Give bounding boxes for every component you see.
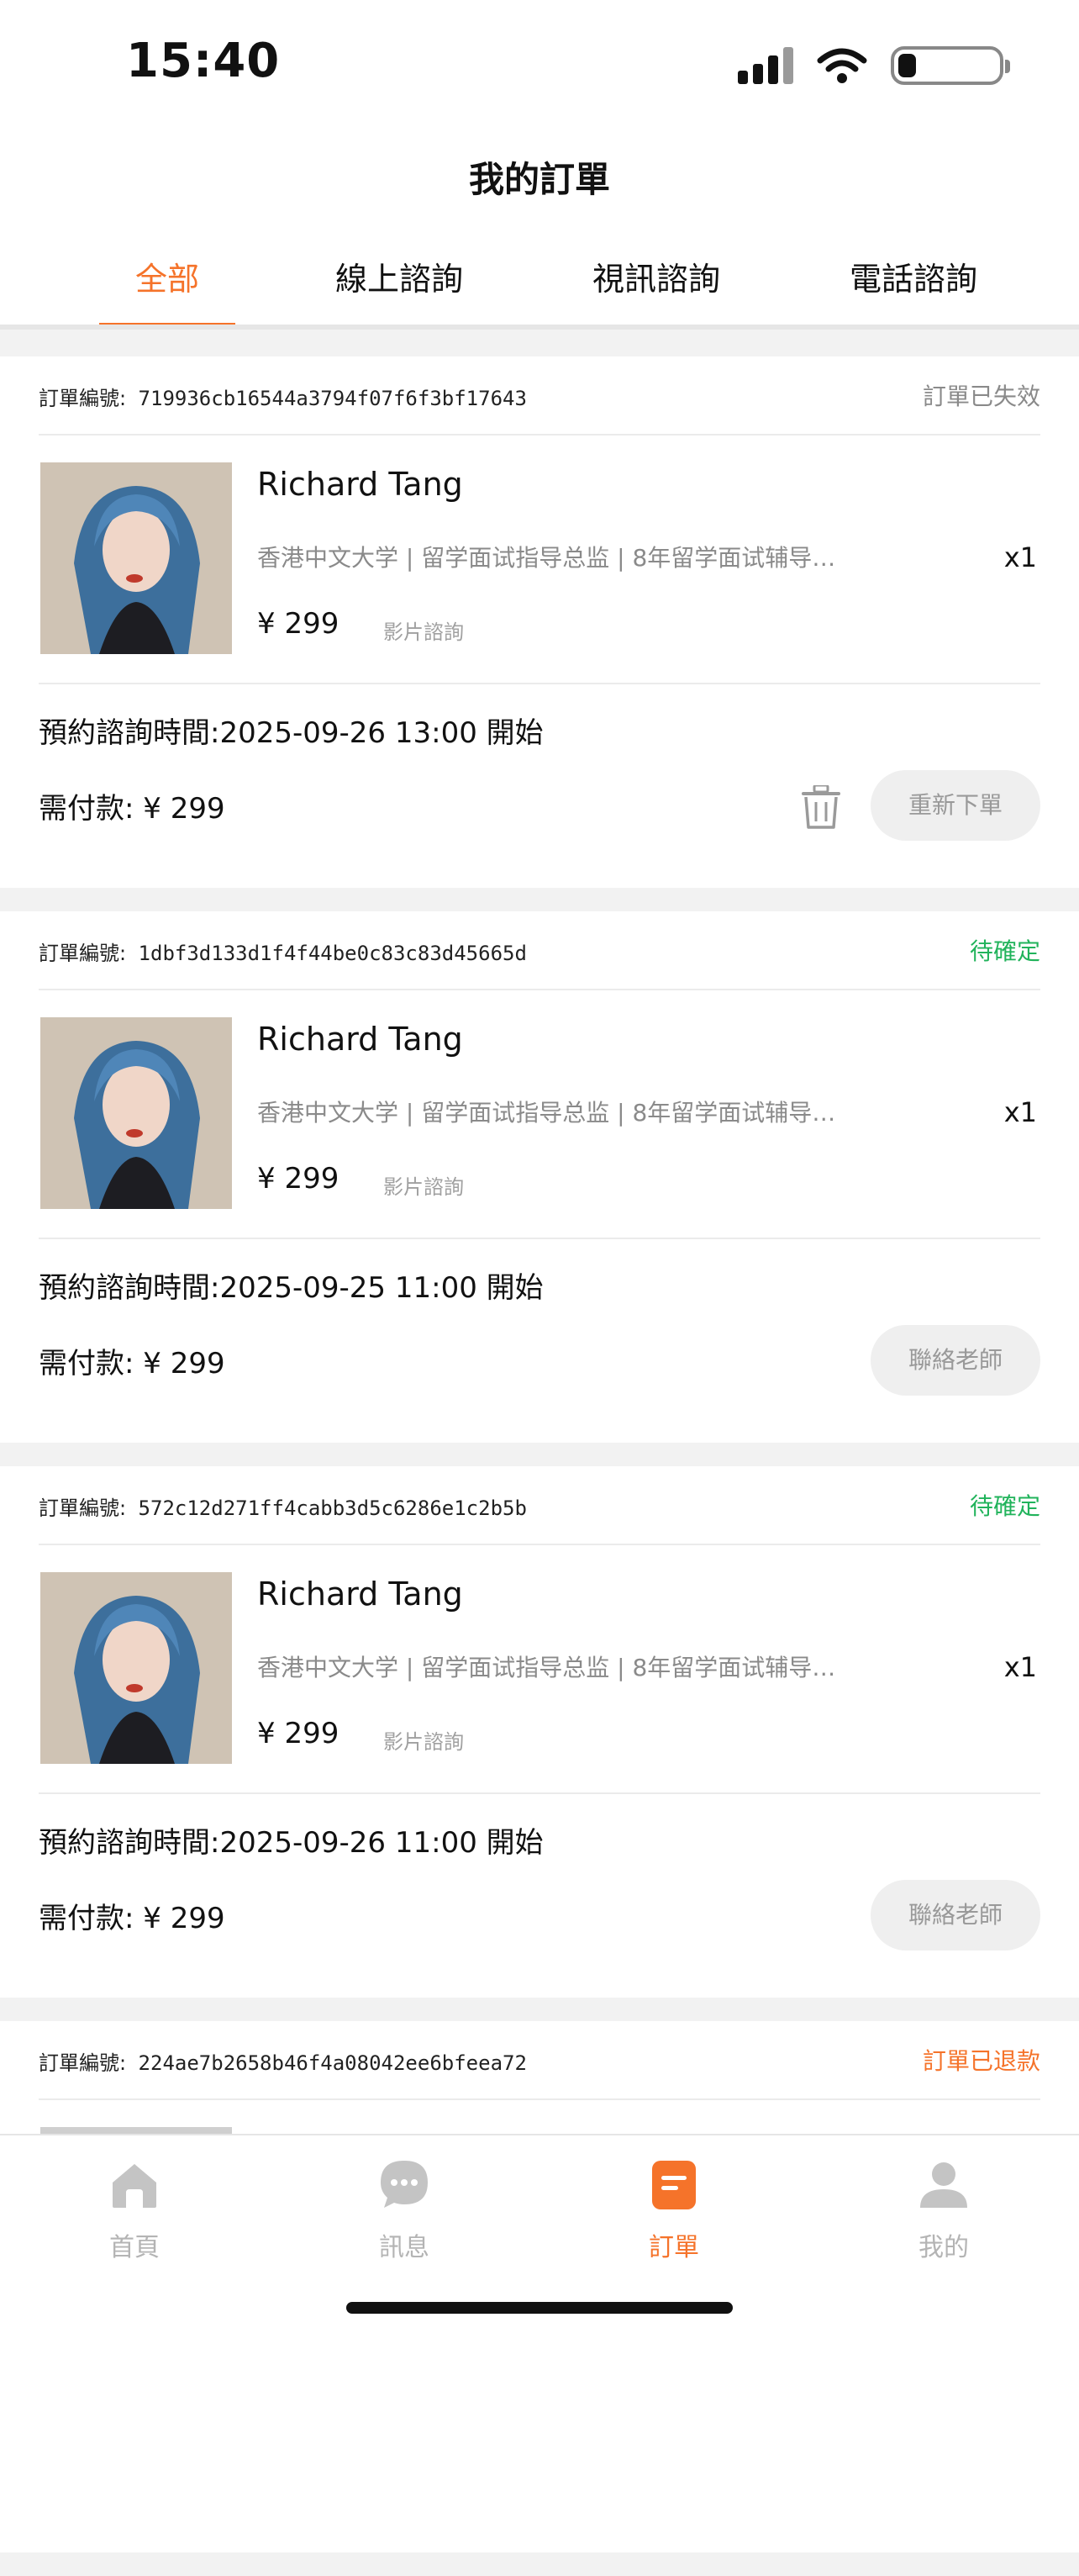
divider — [39, 683, 1040, 684]
status-bar: 15:40 — [0, 0, 1079, 126]
teacher-name: Richard Tang — [257, 1021, 463, 1058]
nav-profile[interactable]: 我的 — [860, 2157, 1028, 2263]
order-header: 訂單編號: 719936cb16544a3794f07f6f3bf17643 訂… — [39, 356, 1040, 435]
order-status: 訂單已退款 — [922, 2047, 1040, 2075]
page-title: 我的訂單 — [468, 159, 610, 200]
order-header: 訂單編號: 572c12d271ff4cabb3d5c6286e1c2b5b 待… — [39, 1466, 1040, 1545]
tab-all[interactable]: 全部 — [99, 244, 235, 326]
payment-amount: 需付款: ¥ 299 — [39, 1902, 225, 1935]
teacher-avatar — [40, 462, 232, 654]
tab-label: 視訊諮詢 — [592, 261, 720, 298]
teacher-name: Richard Tang — [257, 466, 463, 503]
consult-type: 影片諮詢 — [383, 1730, 464, 1754]
order-header: 訂單編號: 224ae7b2658b46f4a08042ee6bfeea72 訂… — [39, 2021, 1040, 2100]
signal-icon — [738, 47, 793, 84]
status-time: 15:40 — [126, 34, 281, 88]
order-number: 訂單編號: 572c12d271ff4cabb3d5c6286e1c2b5b — [39, 1497, 527, 1520]
profile-icon — [920, 2162, 967, 2208]
teacher-avatar — [40, 1572, 232, 1764]
nav-label: 我的 — [918, 2233, 969, 2262]
order-status: 訂單已失效 — [922, 383, 1040, 410]
teacher-description: 香港中文大学 | 留学面试指导总监 | 8年留学面试辅导经验 — [257, 1099, 845, 1127]
order-quantity: x1 — [1003, 541, 1037, 573]
tabs-divider — [0, 325, 1079, 330]
nav-home[interactable]: 首頁 — [50, 2157, 218, 2263]
nav-label: 訊息 — [379, 2233, 429, 2262]
tab-video-consult[interactable]: 視訊諮詢 — [568, 244, 745, 326]
appointment-time: 預約諮詢時間:2025-09-25 11:00 開始 — [39, 1271, 544, 1305]
tab-online-consult[interactable]: 線上諮詢 — [311, 244, 487, 326]
home-indicator — [346, 2302, 733, 2314]
order-card[interactable]: 訂單編號: 719936cb16544a3794f07f6f3bf17643 訂… — [0, 356, 1079, 888]
unit-price: ¥ 299 — [257, 1162, 339, 1196]
top-area: 15:40 我的訂單 全部 線上諮詢 視訊諮詢 電話諮詢 — [0, 0, 1079, 326]
unit-price: ¥ 299 — [257, 1717, 339, 1750]
order-status: 待確定 — [969, 937, 1040, 965]
teacher-description: 香港中文大学 | 留学面试指导总监 | 8年留学面试辅导经验 — [257, 1654, 845, 1681]
battery-icon — [891, 46, 1010, 85]
home-icon — [113, 2164, 156, 2208]
trash-icon[interactable] — [802, 785, 840, 829]
nav-orders[interactable]: 訂單 — [590, 2157, 758, 2263]
payment-amount: 需付款: ¥ 299 — [39, 792, 225, 826]
battery-level — [898, 54, 916, 77]
tab-label: 電話諮詢 — [849, 261, 977, 298]
order-header: 訂單編號: 1dbf3d133d1f4f44be0c83c83d45665d 待… — [39, 911, 1040, 990]
contact-teacher-button[interactable]: 聯絡老師 — [871, 1325, 1040, 1396]
divider — [39, 1238, 1040, 1239]
teacher-avatar — [40, 1017, 232, 1209]
nav-messages[interactable]: 訊息 — [320, 2157, 488, 2263]
order-quantity: x1 — [1003, 1096, 1037, 1128]
tab-label: 線上諮詢 — [334, 261, 463, 298]
wifi-icon — [817, 48, 867, 83]
consult-type: 影片諮詢 — [383, 620, 464, 644]
consult-type: 影片諮詢 — [383, 1175, 464, 1199]
tab-phone-consult[interactable]: 電話諮詢 — [825, 244, 1002, 326]
teacher-name: Richard Tang — [257, 1576, 463, 1613]
status-icons — [738, 40, 1010, 91]
nav-label: 首頁 — [109, 2233, 160, 2262]
order-card[interactable]: 訂單編號: 572c12d271ff4cabb3d5c6286e1c2b5b 待… — [0, 1466, 1079, 1998]
appointment-time: 預約諮詢時間:2025-09-26 13:00 開始 — [39, 716, 544, 750]
unit-price: ¥ 299 — [257, 607, 339, 641]
chat-bubble-icon — [381, 2161, 428, 2208]
order-list-icon — [652, 2161, 696, 2209]
order-quantity: x1 — [1003, 1651, 1037, 1683]
order-number: 訂單編號: 719936cb16544a3794f07f6f3bf17643 — [39, 387, 527, 410]
appointment-time: 預約諮詢時間:2025-09-26 11:00 開始 — [39, 1826, 544, 1860]
contact-teacher-button[interactable]: 聯絡老師 — [871, 1880, 1040, 1950]
order-number: 訂單編號: 1dbf3d133d1f4f44be0c83c83d45665d — [39, 942, 527, 965]
reorder-button[interactable]: 重新下單 — [871, 770, 1040, 841]
order-status: 待確定 — [969, 1492, 1040, 1520]
teacher-description: 香港中文大学 | 留学面试指导总监 | 8年留学面试辅导经验 — [257, 544, 845, 572]
payment-amount: 需付款: ¥ 299 — [39, 1347, 225, 1380]
divider — [39, 1792, 1040, 1794]
order-number: 訂單編號: 224ae7b2658b46f4a08042ee6bfeea72 — [39, 2051, 527, 2075]
order-tabs: 全部 線上諮詢 視訊諮詢 電話諮詢 — [0, 244, 1079, 326]
tab-label: 全部 — [134, 261, 199, 298]
order-card[interactable]: 訂單編號: 1dbf3d133d1f4f44be0c83c83d45665d 待… — [0, 911, 1079, 1443]
nav-label: 訂單 — [649, 2233, 699, 2262]
